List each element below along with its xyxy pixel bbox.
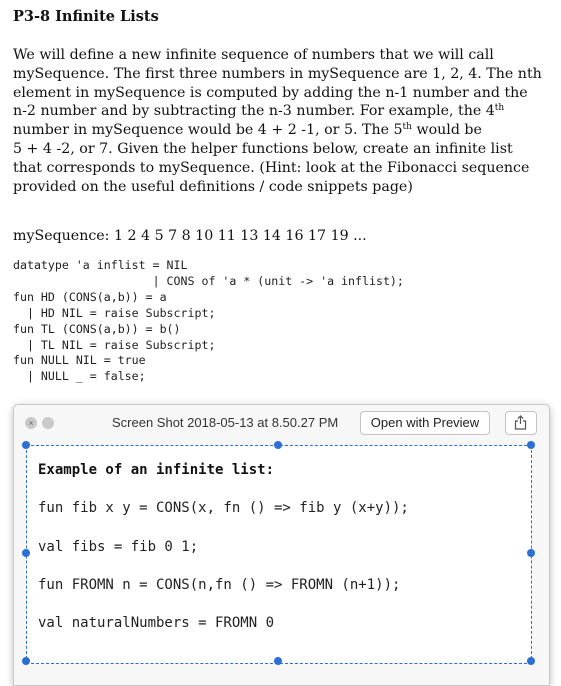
- resize-handle[interactable]: [527, 657, 535, 665]
- snippet-line: fun FROMN n = CONS(n,fn () => FROMN (n+1…: [38, 577, 401, 593]
- resize-handle[interactable]: [22, 657, 30, 665]
- share-icon: [514, 415, 527, 430]
- superscript-th: th: [494, 103, 505, 114]
- open-with-preview-button[interactable]: Open with Preview: [360, 411, 490, 435]
- popup-title: Screen Shot 2018-05-13 at 8.50.27 PM: [112, 415, 339, 430]
- snippet-line: val naturalNumbers = FROMN 0: [38, 615, 275, 631]
- sequence-line: mySequence: 1 2 4 5 7 8 10 11 13 14 16 1…: [13, 228, 367, 244]
- paragraph-line-text: number in mySequence would be 4 + 2 -1, …: [13, 122, 403, 139]
- resize-handle[interactable]: [22, 549, 30, 557]
- paragraph-line: number in mySequence would be 4 + 2 -1, …: [13, 121, 548, 140]
- helper-code-block: datatype 'a inflist = NIL | CONS of 'a *…: [13, 258, 404, 385]
- paragraph-line-tail: would be: [411, 122, 482, 139]
- code-snippet: Example of an infinite list: fun fib x y…: [38, 462, 409, 631]
- resize-handle[interactable]: [527, 549, 535, 557]
- snippet-title: Example of an infinite list:: [38, 462, 275, 478]
- problem-heading: P3-8 Infinite Lists: [13, 8, 159, 25]
- share-button[interactable]: [505, 411, 537, 435]
- quicklook-popup: × Screen Shot 2018-05-13 at 8.50.27 PM O…: [13, 404, 550, 686]
- code-line: | HD NIL = raise Subscript;: [13, 305, 216, 320]
- popup-titlebar[interactable]: × Screen Shot 2018-05-13 at 8.50.27 PM O…: [14, 405, 549, 439]
- paragraph-line: that corresponds to mySequence. (Hint: l…: [13, 159, 530, 176]
- paragraph-line-text: n-2 number and by subtracting the n-3 nu…: [13, 103, 495, 120]
- snippet-line: val fibs = fib 0 1;: [38, 539, 199, 555]
- code-line: datatype 'a inflist = NIL: [13, 258, 188, 272]
- paragraph-line: We will define a new infinite sequence o…: [13, 47, 494, 63]
- paragraph-line: provided on the useful definitions / cod…: [13, 178, 413, 195]
- close-button[interactable]: ×: [25, 417, 37, 429]
- paragraph-line: 5 + 4 -2, or 7. Given the helper functio…: [13, 140, 513, 157]
- paragraph-line: mySequence. The first three numbers in m…: [13, 65, 542, 82]
- snippet-line: fun fib x y = CONS(x, fn () => fib y (x+…: [38, 500, 409, 516]
- code-line: | NULL _ = false;: [13, 369, 146, 384]
- code-line: fun HD (CONS(a,b)) = a: [13, 289, 167, 304]
- superscript-th: th: [402, 122, 412, 133]
- resize-handle[interactable]: [274, 657, 282, 665]
- fullscreen-button[interactable]: [42, 417, 54, 429]
- paragraph-line: n-2 number and by subtracting the n-3 nu…: [13, 102, 548, 121]
- code-line: fun NULL NIL = true: [13, 353, 146, 368]
- resize-handle[interactable]: [22, 441, 30, 449]
- code-line: | CONS of 'a * (unit -> 'a inflist);: [13, 273, 404, 288]
- code-line: | TL NIL = raise Subscript;: [13, 337, 216, 352]
- resize-handle[interactable]: [274, 441, 282, 449]
- close-icon: ×: [28, 418, 34, 428]
- problem-paragraph: We will define a new infinite sequence o…: [13, 46, 548, 196]
- resize-handle[interactable]: [527, 441, 535, 449]
- code-line: fun TL (CONS(a,b)) = b(): [13, 321, 181, 336]
- paragraph-line: element in mySequence is computed by add…: [13, 84, 528, 101]
